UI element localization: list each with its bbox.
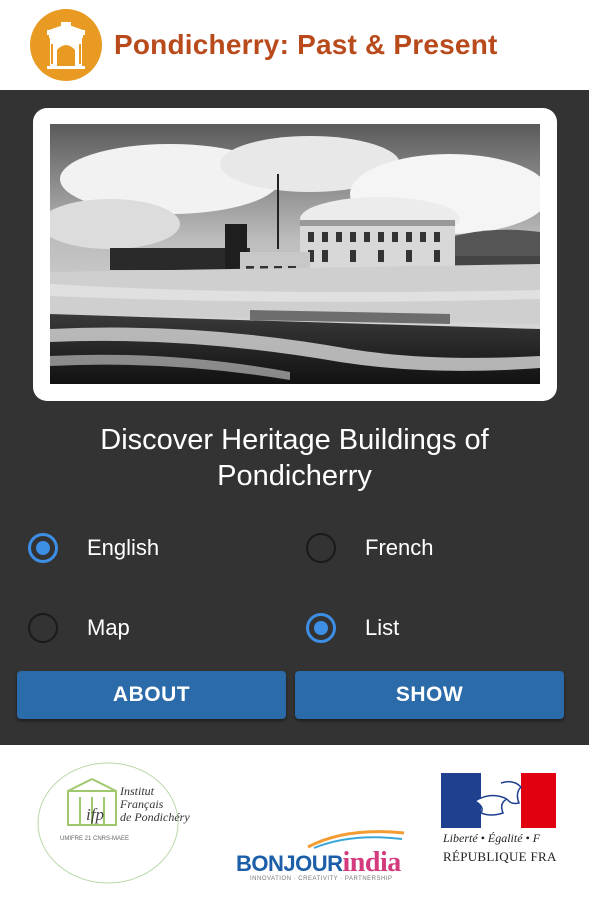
radio-button-unchecked[interactable] [306, 533, 336, 563]
rf-motto: Liberté • Égalité • F [443, 831, 541, 845]
radio-label-french: French [365, 535, 434, 560]
ifp-umr: UMIFRE 21 CNRS-MAEE [60, 836, 130, 842]
radio-button-unchecked[interactable] [28, 613, 58, 643]
ifp-name: Institut Français de Pondichéry [120, 784, 190, 824]
main-panel: Discover Heritage Buildings of Pondicher… [0, 90, 589, 745]
radio-button-checked[interactable] [306, 613, 336, 643]
about-button[interactable]: ABOUT [17, 671, 286, 719]
hero-image-frame [33, 108, 557, 401]
radio-label-map: Map [87, 615, 130, 640]
app-title: Pondicherry: Past & Present [114, 29, 498, 60]
bonjour-word: BONJOUR [236, 851, 343, 876]
radio-map[interactable]: Map [28, 608, 130, 648]
show-button[interactable]: SHOW [295, 671, 564, 719]
monument-arch-icon [30, 9, 102, 81]
bonjour-tagline: INNOVATION · CREATIVITY · PARTNERSHIP [250, 876, 393, 882]
radio-english[interactable]: English [28, 528, 159, 568]
radio-label-list: List [365, 615, 400, 640]
radio-label-english: English [87, 535, 160, 560]
india-word: india [342, 847, 402, 878]
tagline: Discover Heritage Buildings of Pondicher… [100, 424, 489, 492]
rf-name: RÉPUBLIQUE FRA [443, 849, 557, 864]
radio-french[interactable]: French [306, 528, 433, 568]
ifp-abbr: ifp [86, 805, 104, 824]
partner-logos-footer: Institut Français de Pondichéry ifp UMIF… [0, 745, 589, 900]
hero-photo [50, 124, 540, 384]
radio-list[interactable]: List [306, 608, 399, 648]
app-header: Pondicherry: Past & Present [0, 0, 589, 90]
radio-button-checked[interactable] [28, 533, 58, 563]
